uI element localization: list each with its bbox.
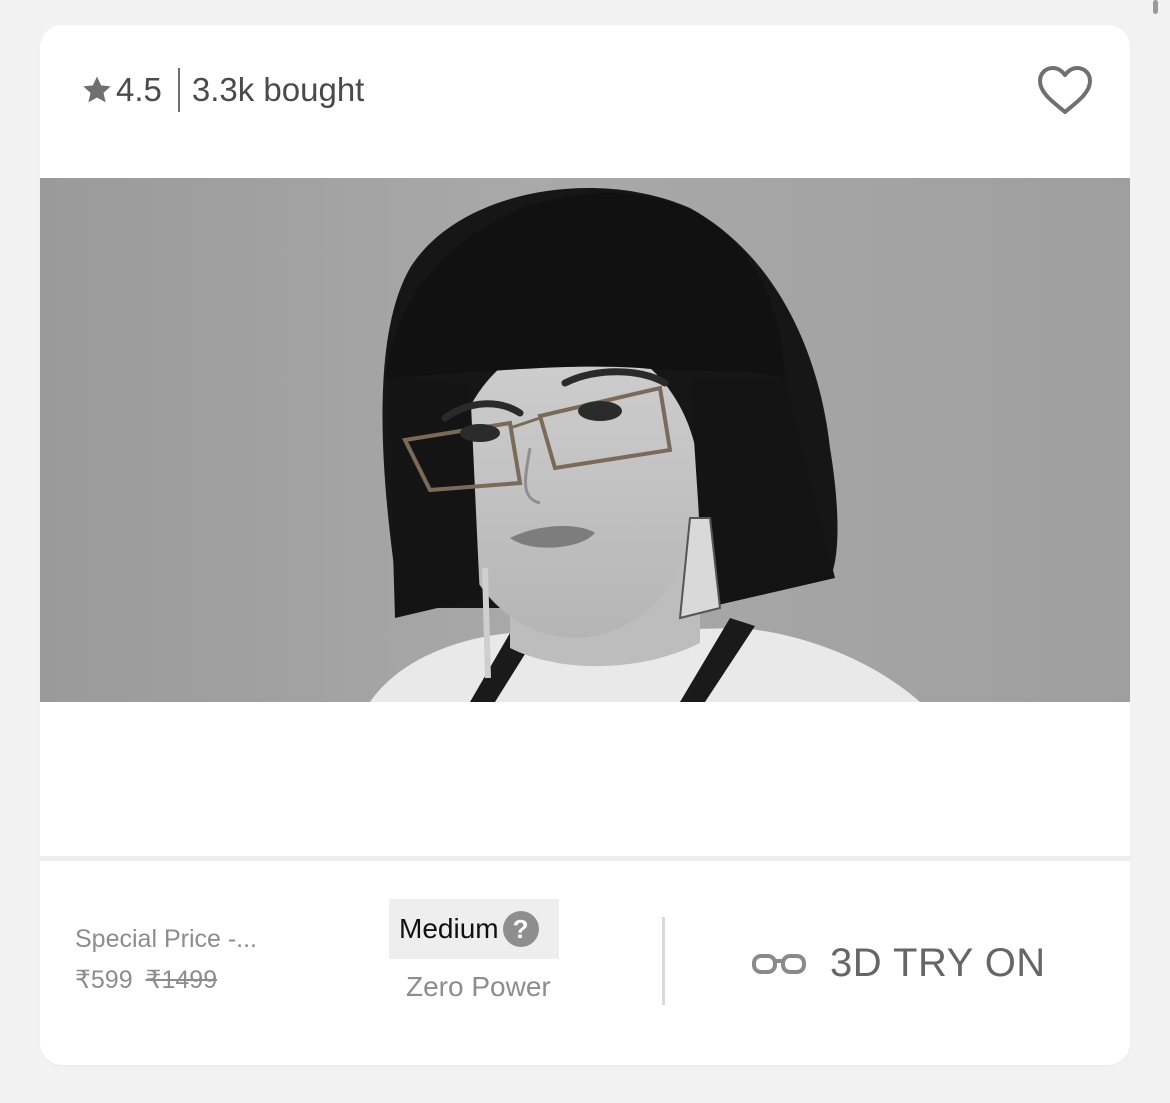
bought-count: 3.3k bought [191, 71, 365, 108]
star-icon [83, 76, 111, 103]
heart-outline-icon[interactable] [1036, 65, 1094, 117]
price-original: ₹1499 [145, 966, 218, 994]
model-photo [370, 188, 920, 702]
try-on-label: 3D TRY ON [830, 940, 1046, 985]
size-label: Medium [399, 913, 499, 944]
scrollbar[interactable] [1153, 0, 1158, 14]
price-current: ₹599 [75, 966, 133, 994]
glasses-icon [752, 954, 806, 974]
product-image[interactable] [40, 178, 1130, 702]
product-card[interactable]: 4.5 3.3k bought Special Price -... ₹599 … [40, 25, 1130, 1065]
rating-divider [177, 68, 180, 112]
help-circle-icon[interactable]: ? [502, 911, 539, 947]
rating-value: 4.5 [116, 71, 162, 108]
price-row: ₹599 ₹1499 [75, 965, 217, 995]
card-header: 4.5 3.3k bought [40, 25, 1130, 175]
power-label: Zero Power [406, 971, 551, 1002]
footer-divider [40, 856, 1130, 861]
price-label: Special Price -... [75, 925, 258, 953]
try-on-button[interactable]: 3D TRY ON [752, 931, 1046, 995]
rating-row: 4.5 3.3k bought [80, 67, 364, 113]
vertical-divider [662, 917, 665, 1005]
size-chip[interactable]: Medium ? [389, 899, 559, 959]
